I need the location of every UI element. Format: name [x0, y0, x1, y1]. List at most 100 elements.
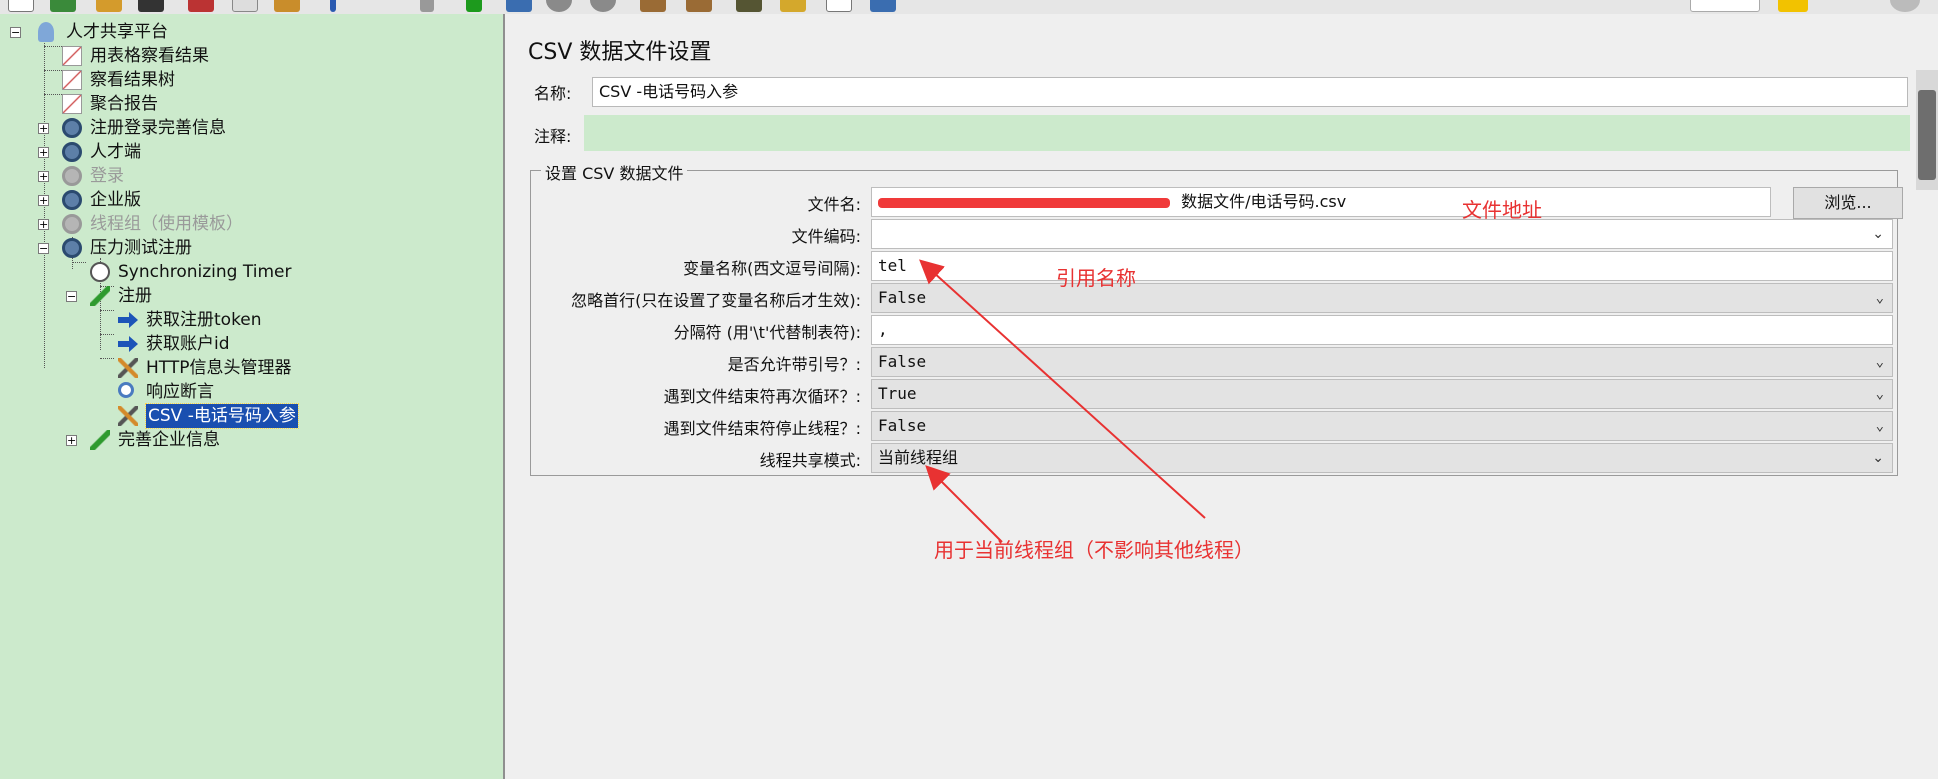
gear-icon — [62, 118, 82, 138]
variable-names-label: 变量名称(西文逗号间隔): — [683, 259, 861, 278]
flask-icon — [38, 22, 54, 42]
name-value: CSV -电话号码入参 — [599, 82, 739, 101]
annotation-current-group: 用于当前线程组（不影响其他线程） — [934, 538, 1254, 562]
open-icon[interactable] — [96, 0, 122, 12]
templates-icon[interactable] — [50, 0, 76, 12]
filename-field[interactable]: 数据文件/电话号码.csv — [871, 187, 1771, 217]
magnifier-icon — [118, 382, 134, 398]
allow-quoted-select[interactable]: False ⌄ — [871, 347, 1893, 377]
tree-connector — [100, 310, 114, 311]
filename-value: 数据文件/电话号码.csv — [1181, 192, 1347, 211]
variable-names-field[interactable]: tel — [871, 251, 1893, 281]
scrollbar-thumb[interactable] — [1918, 90, 1936, 180]
delimiter-label: 分隔符 (用'\t'代替制表符): — [673, 323, 861, 342]
arrow-right-icon — [118, 336, 138, 352]
save-icon[interactable] — [138, 0, 164, 12]
comment-field[interactable] — [584, 115, 1910, 151]
name-label: 名称: — [534, 84, 572, 103]
annotation-file-address: 文件地址 — [1462, 198, 1542, 222]
toggle-icon[interactable] — [420, 0, 434, 12]
gear-icon — [62, 166, 82, 186]
annotation-reference-name: 引用名称 — [1056, 266, 1136, 290]
remote-stop-icon[interactable] — [686, 0, 712, 12]
scrollbar[interactable] — [1916, 70, 1938, 190]
start-icon[interactable] — [466, 0, 482, 12]
collapse-toggle[interactable]: − — [66, 291, 77, 302]
redaction-mark — [878, 197, 1170, 208]
comment-label: 注释: — [534, 127, 572, 146]
sharing-mode-select[interactable]: 当前线程组 ⌄ — [871, 443, 1893, 473]
expand-toggle[interactable]: + — [66, 435, 77, 446]
chevron-down-icon[interactable]: ⌄ — [1872, 220, 1884, 248]
expand-toggle[interactable]: + — [38, 219, 49, 230]
copy-icon[interactable] — [232, 0, 258, 12]
group-title: 设置 CSV 数据文件 — [541, 160, 688, 184]
chevron-down-icon[interactable]: ⌄ — [1876, 412, 1884, 440]
filename-label: 文件名: — [807, 195, 861, 214]
start-no-pause-icon[interactable] — [506, 0, 532, 12]
stop-icon[interactable] — [546, 0, 572, 12]
chevron-down-icon[interactable]: ⌄ — [1876, 380, 1884, 408]
collapse-toggle[interactable]: − — [38, 243, 49, 254]
cut-icon[interactable] — [188, 0, 214, 12]
stop-thread-eof-select[interactable]: False ⌄ — [871, 411, 1893, 441]
ignore-first-line-label: 忽略首行(只在设置了变量名称后才生效): — [571, 291, 861, 310]
arrow-right-icon — [118, 312, 138, 328]
graph-icon — [62, 70, 82, 90]
tree-connector — [44, 46, 62, 47]
delimiter-field[interactable]: , — [871, 315, 1893, 345]
arrow-to-sharing-mode — [925, 465, 1003, 543]
graph-icon — [62, 94, 82, 114]
tree-connector — [72, 262, 86, 263]
tree-connector — [100, 358, 114, 359]
expand-toggle[interactable]: + — [38, 195, 49, 206]
search-field[interactable] — [1690, 0, 1760, 12]
name-field[interactable]: CSV -电话号码入参 — [592, 77, 1908, 107]
browse-button[interactable]: 浏览... — [1793, 187, 1903, 219]
clear-icon[interactable] — [736, 0, 762, 12]
recycle-eof-label: 遇到文件结束符再次循环？: — [663, 387, 861, 406]
warning-icon[interactable] — [1778, 0, 1808, 12]
tools-icon — [118, 358, 138, 378]
encoding-label: 文件编码: — [791, 227, 861, 246]
tree-connector — [44, 70, 62, 71]
chevron-down-icon[interactable]: ⌄ — [1876, 348, 1884, 376]
tree-connector — [100, 334, 114, 335]
stop-thread-eof-label: 遇到文件结束符停止线程？: — [663, 419, 861, 438]
encoding-combobox[interactable]: ⌄ — [871, 219, 1893, 249]
chevron-down-icon[interactable]: ⌄ — [1872, 444, 1884, 472]
gear-icon — [62, 190, 82, 210]
ignore-first-line-select[interactable]: False ⌄ — [871, 283, 1893, 313]
new-icon[interactable] — [8, 0, 34, 12]
gear-icon — [62, 214, 82, 234]
tree-connector — [44, 94, 62, 95]
expand-toggle[interactable]: + — [38, 123, 49, 134]
page-title: CSV 数据文件设置 — [528, 40, 712, 65]
allow-quoted-label: 是否允许带引号？: — [727, 355, 861, 374]
threads-indicator-icon — [1890, 0, 1920, 12]
gear-icon — [62, 142, 82, 162]
toolbar — [0, 0, 1938, 14]
expand-icon[interactable] — [330, 0, 336, 12]
csv-settings-group: 设置 CSV 数据文件 文件名: 数据文件/电话号码.csv 浏览... 文件编… — [530, 160, 1903, 476]
gear-icon — [62, 238, 82, 258]
clear-all-icon[interactable] — [780, 0, 806, 12]
test-plan-tree[interactable]: − 人才共享平台 用表格察看结果 察看结果树 聚合报告 + 注册登录完善信息 +… — [0, 14, 505, 779]
timer-icon — [90, 262, 110, 282]
pipette-icon — [90, 286, 110, 306]
paste-icon[interactable] — [274, 0, 300, 12]
expand-toggle[interactable]: + — [38, 171, 49, 182]
expand-toggle[interactable]: + — [38, 147, 49, 158]
recycle-eof-select[interactable]: True ⌄ — [871, 379, 1893, 409]
shutdown-icon[interactable] — [590, 0, 616, 12]
remote-start-icon[interactable] — [640, 0, 666, 12]
collapse-toggle[interactable]: − — [10, 27, 21, 38]
sharing-mode-label: 线程共享模式: — [759, 451, 861, 470]
tools-icon — [118, 406, 138, 426]
search-icon[interactable] — [826, 0, 852, 12]
pipette-icon — [90, 430, 110, 450]
function-helper-icon[interactable] — [870, 0, 896, 12]
csv-config-panel: CSV 数据文件设置 名称: CSV -电话号码入参 注释: 设置 CSV 数据… — [510, 16, 1910, 779]
chevron-down-icon[interactable]: ⌄ — [1876, 284, 1884, 312]
graph-icon — [62, 46, 82, 66]
